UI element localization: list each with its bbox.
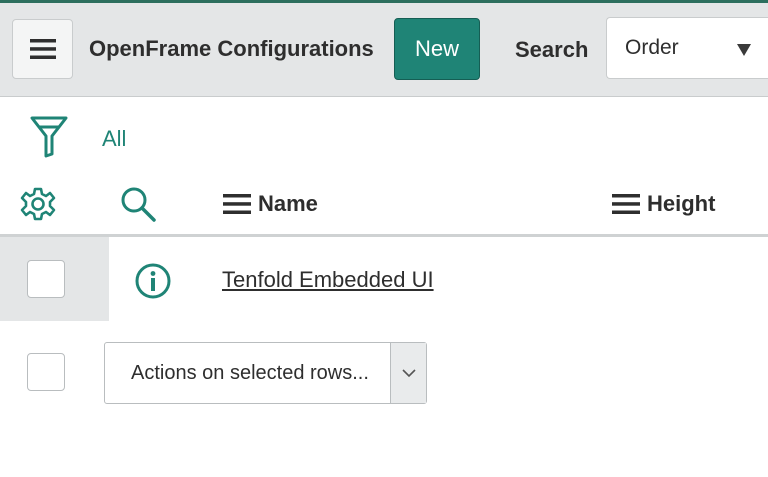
search-field-select[interactable]: Order — [606, 17, 768, 79]
info-circle-icon[interactable] — [134, 262, 172, 300]
gear-icon[interactable] — [20, 186, 56, 222]
search-icon[interactable] — [119, 185, 157, 223]
header-divider — [0, 234, 768, 237]
actions-on-selected-select[interactable]: Actions on selected rows... — [104, 342, 427, 404]
column-header-height[interactable]: Height — [612, 191, 715, 217]
column-menu-icon[interactable] — [612, 194, 640, 214]
select-all-checkbox[interactable] — [27, 353, 65, 391]
chevron-down-icon — [401, 368, 416, 377]
actions-placeholder: Actions on selected rows... — [131, 362, 369, 384]
column-menu-icon[interactable] — [223, 194, 251, 214]
funnel-icon[interactable] — [30, 116, 68, 158]
record-link[interactable]: Tenfold Embedded UI — [222, 267, 434, 293]
new-button[interactable]: New — [394, 18, 480, 80]
column-label: Height — [647, 191, 716, 216]
page-title: OpenFrame Configurations — [89, 36, 374, 61]
list-header: OpenFrame Configurations New Search Orde… — [0, 3, 768, 97]
search-field-value: Order — [625, 36, 679, 59]
breadcrumb-all[interactable]: All — [102, 126, 126, 152]
actions-dropdown-button[interactable] — [390, 343, 426, 403]
list-menu-button[interactable] — [12, 19, 73, 79]
search-label: Search — [515, 37, 589, 62]
hamburger-icon — [29, 39, 56, 59]
row-checkbox[interactable] — [27, 260, 65, 298]
dropdown-arrow-icon — [737, 44, 751, 56]
column-label: Name — [258, 191, 318, 216]
column-header-name[interactable]: Name — [223, 191, 318, 217]
